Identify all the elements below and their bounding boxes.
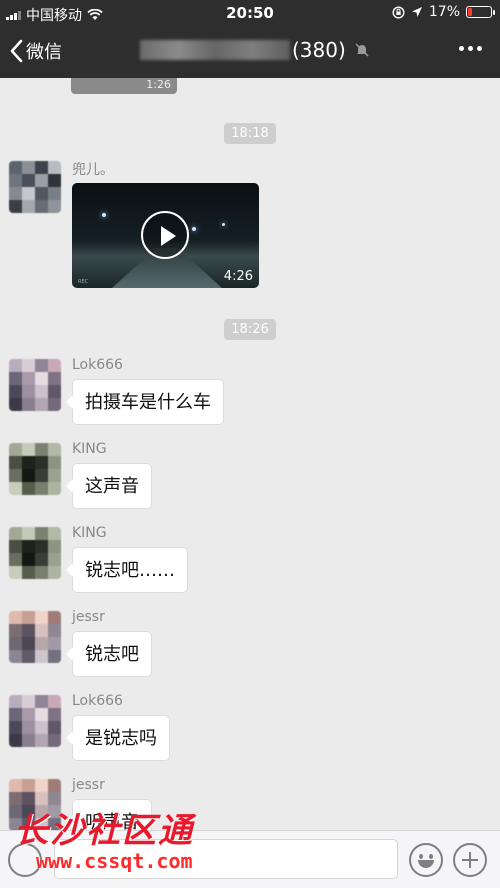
back-label: 微信 bbox=[26, 42, 62, 63]
plus-icon[interactable] bbox=[453, 843, 487, 877]
sender-name: KING bbox=[72, 441, 107, 457]
message-bubble[interactable]: 锐志吧 bbox=[66, 631, 152, 677]
emoji-icon[interactable] bbox=[409, 843, 443, 877]
watermark-title: 长沙社区通 bbox=[14, 811, 194, 851]
member-count: (380) bbox=[292, 38, 346, 62]
sender-name: jessr bbox=[72, 609, 105, 625]
avatar[interactable] bbox=[9, 527, 61, 579]
sender-name: KING bbox=[72, 525, 107, 541]
video-duration: 4:26 bbox=[223, 269, 253, 284]
sender-name: Lok666 bbox=[72, 357, 123, 373]
sender-name: Lok666 bbox=[72, 693, 123, 709]
sender-name: jessr bbox=[72, 777, 105, 793]
more-icon[interactable] bbox=[459, 46, 482, 51]
avatar[interactable] bbox=[9, 695, 61, 747]
avatar[interactable] bbox=[9, 359, 61, 411]
battery-icon bbox=[466, 6, 495, 18]
chat-title: (380) bbox=[140, 38, 370, 62]
chat-area[interactable]: 1:26 18:18 兜儿。 REC 4:26 18:26 Lok666 拍摄车… bbox=[0, 78, 500, 830]
video-thumbnail[interactable]: REC 4:26 bbox=[72, 183, 259, 288]
group-name-blurred bbox=[140, 40, 290, 60]
watermark: 长沙社区通 www.cssqt.com bbox=[14, 812, 224, 872]
time-separator: 18:26 bbox=[0, 318, 500, 340]
message-bubble[interactable]: 是锐志吗 bbox=[66, 715, 170, 761]
status-bar: 中国移动 20:50 17% bbox=[0, 0, 500, 26]
play-icon[interactable] bbox=[141, 211, 189, 259]
message-bubble[interactable]: 拍摄车是什么车 bbox=[66, 379, 224, 425]
back-button[interactable]: 微信 bbox=[10, 38, 62, 64]
message-bubble[interactable]: 这声音 bbox=[66, 463, 152, 509]
chevron-left-icon bbox=[10, 39, 23, 63]
sender-name: 兜儿。 bbox=[72, 162, 114, 178]
lock-rotation-icon bbox=[392, 5, 405, 19]
avatar[interactable] bbox=[9, 611, 61, 663]
nav-bar: 微信 (380) bbox=[0, 26, 500, 78]
message-bubble[interactable]: 锐志吧…… bbox=[66, 547, 188, 593]
battery-percent: 17% bbox=[428, 4, 460, 20]
watermark-url: www.cssqt.com bbox=[36, 849, 193, 873]
previous-video-duration: 1:26 bbox=[146, 78, 171, 91]
avatar[interactable] bbox=[9, 161, 61, 213]
location-icon bbox=[411, 7, 422, 17]
mute-icon bbox=[355, 43, 369, 57]
avatar[interactable] bbox=[9, 443, 61, 495]
time-separator: 18:18 bbox=[0, 122, 500, 144]
previous-video-tail[interactable]: 1:26 bbox=[71, 78, 177, 94]
